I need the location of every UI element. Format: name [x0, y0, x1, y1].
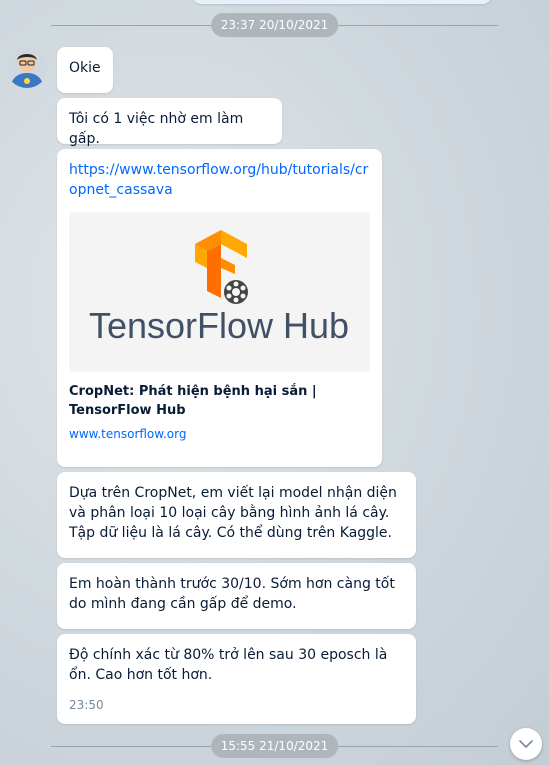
message-bubble[interactable]: Dựa trên CropNet, em viết lại model nhận…: [57, 472, 416, 558]
message-timestamp: 23:50: [69, 698, 104, 712]
message-bubble[interactable]: Okie: [57, 47, 113, 93]
user-avatar-icon: [6, 46, 48, 88]
message-bubble[interactable]: Tôi có 1 việc nhờ em làm gấp.: [57, 98, 282, 147]
message-bubble[interactable]: Độ chính xác từ 80% trở lên sau 30 eposc…: [57, 634, 416, 724]
chevron-down-icon: [519, 740, 533, 748]
previous-message-bubble[interactable]: [193, 0, 491, 4]
message-bubble[interactable]: Em hoàn thành trước 30/10. Sớm hơn càng …: [57, 563, 416, 629]
message-link[interactable]: https://www.tensorflow.org/hub/tutorials…: [69, 162, 368, 198]
link-message-bubble[interactable]: https://www.tensorflow.org/hub/tutorials…: [57, 149, 382, 467]
message-text: Okie: [69, 60, 101, 76]
date-pill: 23:37 20/10/2021: [210, 13, 339, 37]
date-pill: 15:55 21/10/2021: [210, 734, 339, 758]
date-divider: 15:55 21/10/2021: [51, 734, 498, 760]
link-preview-domain[interactable]: www.tensorflow.org: [69, 424, 370, 444]
message-text: Tôi có 1 việc nhờ em làm gấp.: [69, 111, 244, 147]
message-text: Độ chính xác từ 80% trở lên sau 30 eposc…: [69, 647, 388, 683]
message-text: Dựa trên CropNet, em viết lại model nhận…: [69, 485, 397, 541]
avatar[interactable]: [6, 46, 48, 88]
message-text: Em hoàn thành trước 30/10. Sớm hơn càng …: [69, 576, 395, 612]
link-preview-image[interactable]: TensorFlow Hub: [69, 212, 370, 372]
preview-image-caption: TensorFlow Hub: [89, 305, 349, 346]
link-preview-title[interactable]: CropNet: Phát hiện bệnh hại sắn | Tensor…: [69, 382, 370, 420]
tensorflow-logo-icon: TensorFlow Hub: [89, 230, 349, 346]
scroll-down-button[interactable]: [510, 728, 542, 760]
date-divider: 23:37 20/10/2021: [51, 13, 498, 39]
